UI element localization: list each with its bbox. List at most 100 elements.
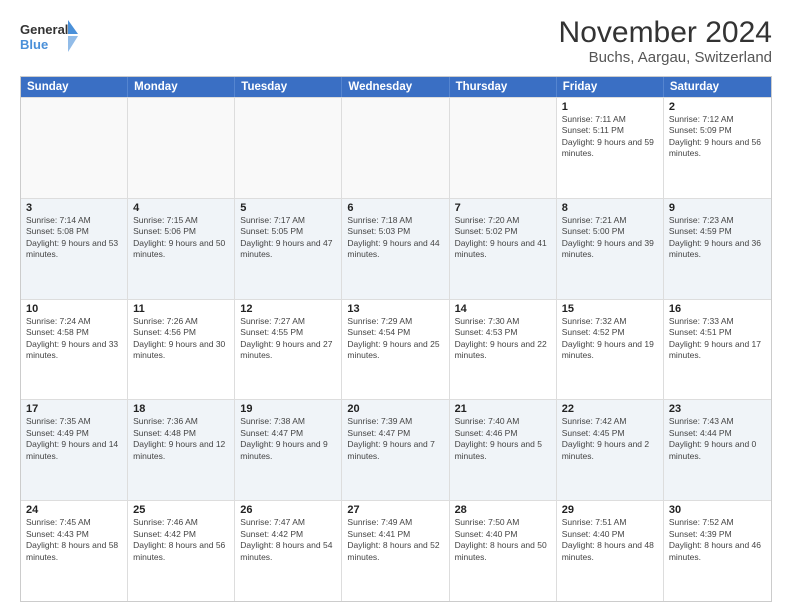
calendar: SundayMondayTuesdayWednesdayThursdayFrid… <box>20 76 772 602</box>
cell-info: Sunrise: 7:35 AM Sunset: 4:49 PM Dayligh… <box>26 416 122 462</box>
calendar-row: 17Sunrise: 7:35 AM Sunset: 4:49 PM Dayli… <box>21 399 771 500</box>
day-number: 3 <box>26 202 122 214</box>
cell-info: Sunrise: 7:33 AM Sunset: 4:51 PM Dayligh… <box>669 316 766 362</box>
cell-info: Sunrise: 7:36 AM Sunset: 4:48 PM Dayligh… <box>133 416 229 462</box>
calendar-cell: 3Sunrise: 7:14 AM Sunset: 5:08 PM Daylig… <box>21 199 128 299</box>
calendar-cell: 19Sunrise: 7:38 AM Sunset: 4:47 PM Dayli… <box>235 400 342 500</box>
cell-info: Sunrise: 7:26 AM Sunset: 4:56 PM Dayligh… <box>133 316 229 362</box>
cell-info: Sunrise: 7:32 AM Sunset: 4:52 PM Dayligh… <box>562 316 658 362</box>
cell-info: Sunrise: 7:51 AM Sunset: 4:40 PM Dayligh… <box>562 517 658 563</box>
calendar-cell <box>342 98 449 198</box>
day-number: 18 <box>133 403 229 415</box>
calendar-cell: 27Sunrise: 7:49 AM Sunset: 4:41 PM Dayli… <box>342 501 449 601</box>
day-number: 2 <box>669 101 766 113</box>
cell-info: Sunrise: 7:38 AM Sunset: 4:47 PM Dayligh… <box>240 416 336 462</box>
cell-info: Sunrise: 7:46 AM Sunset: 4:42 PM Dayligh… <box>133 517 229 563</box>
cell-info: Sunrise: 7:24 AM Sunset: 4:58 PM Dayligh… <box>26 316 122 362</box>
calendar-cell: 1Sunrise: 7:11 AM Sunset: 5:11 PM Daylig… <box>557 98 664 198</box>
day-number: 26 <box>240 504 336 516</box>
calendar-cell <box>21 98 128 198</box>
day-number: 8 <box>562 202 658 214</box>
calendar-cell: 5Sunrise: 7:17 AM Sunset: 5:05 PM Daylig… <box>235 199 342 299</box>
calendar-cell: 12Sunrise: 7:27 AM Sunset: 4:55 PM Dayli… <box>235 300 342 400</box>
day-number: 10 <box>26 303 122 315</box>
cell-info: Sunrise: 7:43 AM Sunset: 4:44 PM Dayligh… <box>669 416 766 462</box>
day-number: 6 <box>347 202 443 214</box>
calendar-cell <box>128 98 235 198</box>
calendar-cell: 30Sunrise: 7:52 AM Sunset: 4:39 PM Dayli… <box>664 501 771 601</box>
cell-info: Sunrise: 7:27 AM Sunset: 4:55 PM Dayligh… <box>240 316 336 362</box>
day-number: 1 <box>562 101 658 113</box>
day-number: 7 <box>455 202 551 214</box>
day-number: 20 <box>347 403 443 415</box>
cell-info: Sunrise: 7:15 AM Sunset: 5:06 PM Dayligh… <box>133 215 229 261</box>
day-number: 22 <box>562 403 658 415</box>
calendar-cell: 15Sunrise: 7:32 AM Sunset: 4:52 PM Dayli… <box>557 300 664 400</box>
calendar-row: 10Sunrise: 7:24 AM Sunset: 4:58 PM Dayli… <box>21 299 771 400</box>
day-number: 5 <box>240 202 336 214</box>
calendar-day-header: Tuesday <box>235 77 342 97</box>
calendar-cell: 11Sunrise: 7:26 AM Sunset: 4:56 PM Dayli… <box>128 300 235 400</box>
day-number: 27 <box>347 504 443 516</box>
cell-info: Sunrise: 7:11 AM Sunset: 5:11 PM Dayligh… <box>562 114 658 160</box>
logo: General Blue <box>20 16 80 56</box>
calendar-cell: 29Sunrise: 7:51 AM Sunset: 4:40 PM Dayli… <box>557 501 664 601</box>
calendar-cell: 20Sunrise: 7:39 AM Sunset: 4:47 PM Dayli… <box>342 400 449 500</box>
calendar-cell: 28Sunrise: 7:50 AM Sunset: 4:40 PM Dayli… <box>450 501 557 601</box>
day-number: 15 <box>562 303 658 315</box>
cell-info: Sunrise: 7:29 AM Sunset: 4:54 PM Dayligh… <box>347 316 443 362</box>
calendar-cell: 23Sunrise: 7:43 AM Sunset: 4:44 PM Dayli… <box>664 400 771 500</box>
calendar-cell: 16Sunrise: 7:33 AM Sunset: 4:51 PM Dayli… <box>664 300 771 400</box>
day-number: 23 <box>669 403 766 415</box>
day-number: 12 <box>240 303 336 315</box>
cell-info: Sunrise: 7:42 AM Sunset: 4:45 PM Dayligh… <box>562 416 658 462</box>
subtitle: Buchs, Aargau, Switzerland <box>559 49 772 66</box>
calendar-day-header: Monday <box>128 77 235 97</box>
calendar-cell: 6Sunrise: 7:18 AM Sunset: 5:03 PM Daylig… <box>342 199 449 299</box>
cell-info: Sunrise: 7:14 AM Sunset: 5:08 PM Dayligh… <box>26 215 122 261</box>
calendar-row: 24Sunrise: 7:45 AM Sunset: 4:43 PM Dayli… <box>21 500 771 601</box>
calendar-cell: 22Sunrise: 7:42 AM Sunset: 4:45 PM Dayli… <box>557 400 664 500</box>
day-number: 19 <box>240 403 336 415</box>
calendar-cell: 17Sunrise: 7:35 AM Sunset: 4:49 PM Dayli… <box>21 400 128 500</box>
cell-info: Sunrise: 7:12 AM Sunset: 5:09 PM Dayligh… <box>669 114 766 160</box>
cell-info: Sunrise: 7:21 AM Sunset: 5:00 PM Dayligh… <box>562 215 658 261</box>
calendar-row: 1Sunrise: 7:11 AM Sunset: 5:11 PM Daylig… <box>21 97 771 198</box>
calendar-day-header: Sunday <box>21 77 128 97</box>
day-number: 13 <box>347 303 443 315</box>
cell-info: Sunrise: 7:23 AM Sunset: 4:59 PM Dayligh… <box>669 215 766 261</box>
logo-svg: General Blue <box>20 16 80 56</box>
cell-info: Sunrise: 7:17 AM Sunset: 5:05 PM Dayligh… <box>240 215 336 261</box>
svg-text:Blue: Blue <box>20 37 48 52</box>
day-number: 29 <box>562 504 658 516</box>
day-number: 14 <box>455 303 551 315</box>
day-number: 30 <box>669 504 766 516</box>
day-number: 11 <box>133 303 229 315</box>
day-number: 4 <box>133 202 229 214</box>
calendar-row: 3Sunrise: 7:14 AM Sunset: 5:08 PM Daylig… <box>21 198 771 299</box>
day-number: 24 <box>26 504 122 516</box>
calendar-cell: 2Sunrise: 7:12 AM Sunset: 5:09 PM Daylig… <box>664 98 771 198</box>
calendar-body: 1Sunrise: 7:11 AM Sunset: 5:11 PM Daylig… <box>21 97 771 601</box>
main-title: November 2024 <box>559 16 772 49</box>
cell-info: Sunrise: 7:47 AM Sunset: 4:42 PM Dayligh… <box>240 517 336 563</box>
day-number: 9 <box>669 202 766 214</box>
cell-info: Sunrise: 7:39 AM Sunset: 4:47 PM Dayligh… <box>347 416 443 462</box>
calendar-cell: 13Sunrise: 7:29 AM Sunset: 4:54 PM Dayli… <box>342 300 449 400</box>
calendar-cell: 7Sunrise: 7:20 AM Sunset: 5:02 PM Daylig… <box>450 199 557 299</box>
calendar-day-header: Friday <box>557 77 664 97</box>
calendar-header: SundayMondayTuesdayWednesdayThursdayFrid… <box>21 77 771 97</box>
day-number: 28 <box>455 504 551 516</box>
cell-info: Sunrise: 7:40 AM Sunset: 4:46 PM Dayligh… <box>455 416 551 462</box>
calendar-day-header: Saturday <box>664 77 771 97</box>
calendar-cell <box>235 98 342 198</box>
cell-info: Sunrise: 7:50 AM Sunset: 4:40 PM Dayligh… <box>455 517 551 563</box>
calendar-cell: 21Sunrise: 7:40 AM Sunset: 4:46 PM Dayli… <box>450 400 557 500</box>
calendar-cell: 25Sunrise: 7:46 AM Sunset: 4:42 PM Dayli… <box>128 501 235 601</box>
calendar-cell: 24Sunrise: 7:45 AM Sunset: 4:43 PM Dayli… <box>21 501 128 601</box>
calendar-cell: 26Sunrise: 7:47 AM Sunset: 4:42 PM Dayli… <box>235 501 342 601</box>
day-number: 17 <box>26 403 122 415</box>
calendar-cell: 10Sunrise: 7:24 AM Sunset: 4:58 PM Dayli… <box>21 300 128 400</box>
cell-info: Sunrise: 7:18 AM Sunset: 5:03 PM Dayligh… <box>347 215 443 261</box>
cell-info: Sunrise: 7:52 AM Sunset: 4:39 PM Dayligh… <box>669 517 766 563</box>
